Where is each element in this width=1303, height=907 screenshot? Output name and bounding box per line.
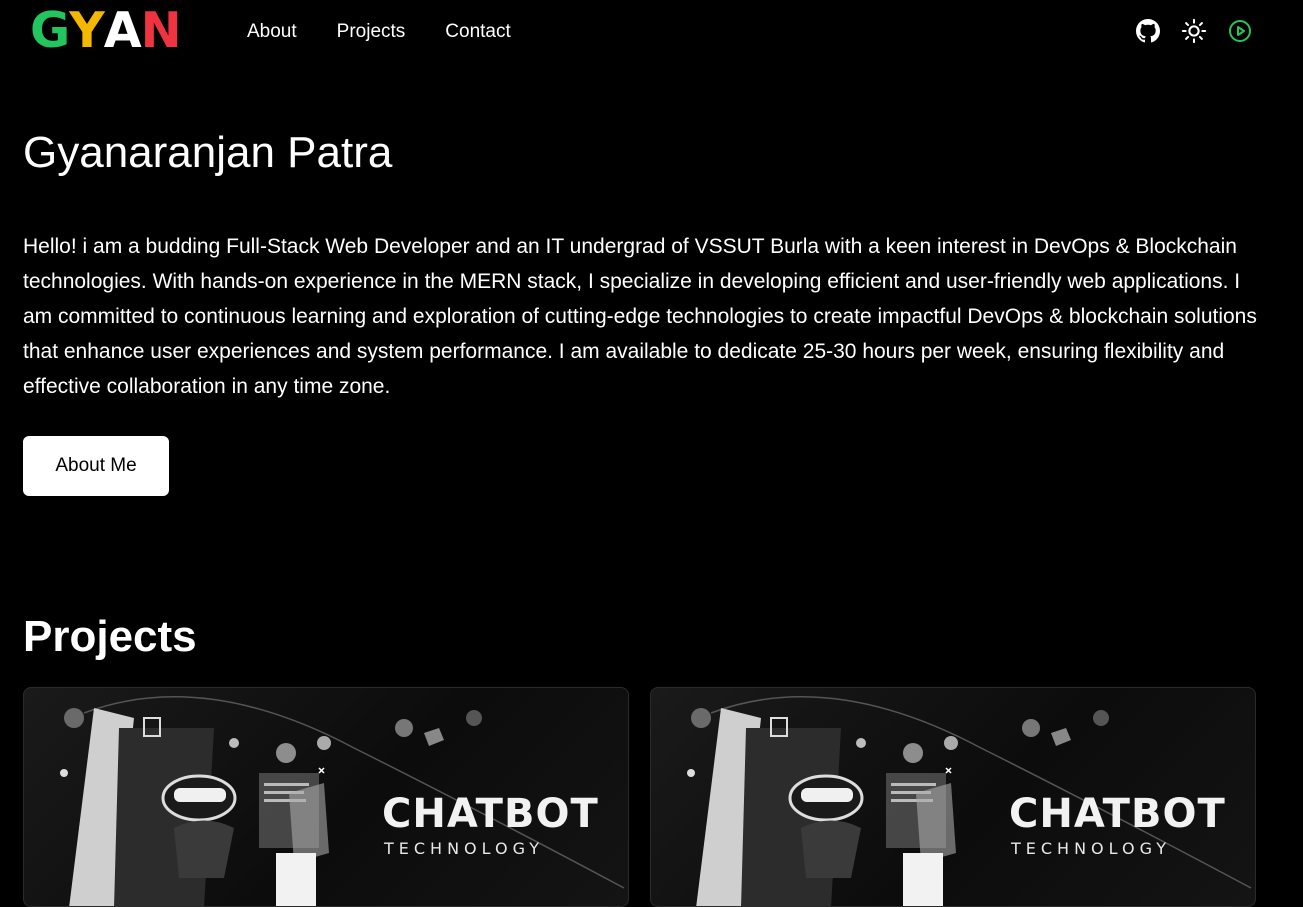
card-subtitle: TECHNOLOGY	[384, 839, 544, 858]
nav-link-projects[interactable]: Projects	[337, 20, 406, 44]
logo-letter-a: A	[103, 2, 142, 59]
main-nav: About Projects Contact	[247, 20, 511, 44]
card-subtitle: TECHNOLOGY	[1011, 839, 1171, 858]
projects-heading: Projects	[23, 612, 197, 661]
nav-link-contact[interactable]: Contact	[445, 20, 510, 44]
github-icon[interactable]	[1135, 17, 1161, 45]
card-title: CHATBOT	[1009, 791, 1226, 837]
logo-letter-y: Y	[69, 2, 104, 59]
about-me-button[interactable]: About Me	[23, 436, 169, 496]
brand-logo[interactable]: G Y A N	[30, 2, 182, 59]
hero-name: Gyanaranjan Patra	[23, 128, 393, 177]
header-icons	[1135, 17, 1253, 45]
top-navbar: G Y A N About Projects Contact	[0, 0, 1303, 64]
project-card[interactable]: CHATBOT TECHNOLOGY	[23, 687, 629, 907]
card-title: CHATBOT	[382, 791, 599, 837]
sun-icon[interactable]	[1181, 17, 1207, 45]
hero-bio: Hello! i am a budding Full-Stack Web Dev…	[23, 235, 1257, 398]
project-card[interactable]: CHATBOT TECHNOLOGY	[650, 687, 1256, 907]
play-circle-icon[interactable]	[1227, 17, 1253, 45]
nav-link-about[interactable]: About	[247, 20, 297, 44]
logo-letter-n: N	[140, 2, 182, 59]
logo-letter-g: G	[30, 2, 70, 59]
